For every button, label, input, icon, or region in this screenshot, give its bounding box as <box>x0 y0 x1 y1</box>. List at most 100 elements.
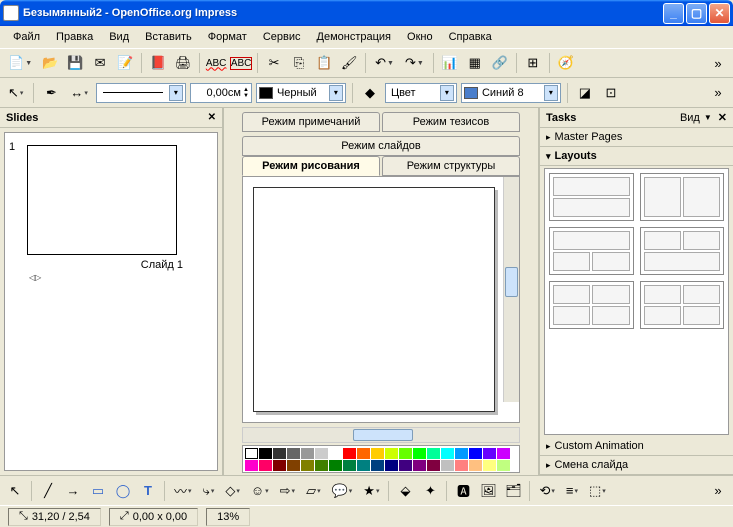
palette-swatch[interactable] <box>497 460 510 471</box>
section-custom-animation[interactable]: ▸ Custom Animation <box>540 437 733 456</box>
table-button[interactable]: ▦ <box>464 52 486 74</box>
palette-swatch[interactable] <box>357 460 370 471</box>
layout-option[interactable] <box>549 173 634 221</box>
hyperlink-button[interactable]: 🔗 <box>489 52 511 74</box>
palette-swatch[interactable] <box>371 448 384 459</box>
status-zoom[interactable]: 13% <box>206 508 250 526</box>
palette-swatch[interactable] <box>497 448 510 459</box>
tab-handout[interactable]: Режим тезисов <box>382 112 520 132</box>
autospell-button[interactable]: ABC <box>230 52 252 74</box>
section-slide-transition[interactable]: ▸ Смена слайда <box>540 456 733 475</box>
ellipse-tool[interactable]: ◯ <box>112 480 134 502</box>
palette-swatch[interactable] <box>413 448 426 459</box>
menu-tools[interactable]: Сервис <box>256 29 308 45</box>
drawing-toolbar-overflow[interactable]: » <box>707 480 729 502</box>
slide-thumbnail-1[interactable] <box>27 145 177 255</box>
menu-insert[interactable]: Вставить <box>138 29 199 45</box>
palette-swatch[interactable] <box>427 460 440 471</box>
chart-button[interactable]: 📊 <box>439 52 461 74</box>
slides-panel-close-icon[interactable]: ✕ <box>208 112 216 123</box>
format-paintbrush-button[interactable]: 🖌 <box>338 52 360 74</box>
email-button[interactable]: ✉ <box>89 52 111 74</box>
palette-swatch[interactable] <box>399 460 412 471</box>
layout-option[interactable] <box>640 173 725 221</box>
palette-swatch[interactable] <box>399 448 412 459</box>
fill-color-combo[interactable]: Синий 8 ▾ <box>461 83 561 103</box>
tab-slides[interactable]: Режим слайдов <box>242 136 520 156</box>
line-style-button[interactable]: ✒ <box>40 82 62 104</box>
menu-format[interactable]: Формат <box>201 29 254 45</box>
palette-swatch[interactable] <box>301 460 314 471</box>
menu-window[interactable]: Окно <box>400 29 440 45</box>
navigator-button[interactable]: 🧭 <box>555 52 577 74</box>
palette-swatch[interactable] <box>357 448 370 459</box>
palette-swatch[interactable] <box>259 472 272 473</box>
menu-view[interactable]: Вид <box>102 29 136 45</box>
arrange-tool[interactable]: ⬚▾ <box>585 480 610 502</box>
connector-tool[interactable]: ⤷▾ <box>199 480 219 502</box>
line-width-input[interactable]: 0,00см ▲▼ <box>190 83 252 103</box>
palette-swatch[interactable] <box>273 448 286 459</box>
layout-option[interactable] <box>640 227 725 275</box>
undo-button[interactable]: ↶▼ <box>371 52 398 74</box>
fill-type-combo[interactable]: Цвет ▾ <box>385 83 457 103</box>
tab-drawing[interactable]: Режим рисования <box>242 156 380 176</box>
line-color-combo[interactable]: Черный ▾ <box>256 83 346 103</box>
palette-swatch[interactable] <box>245 472 258 473</box>
palette-swatch[interactable] <box>329 472 342 473</box>
palette-swatch[interactable] <box>469 448 482 459</box>
from-file-tool[interactable]: 🖼 <box>477 480 499 502</box>
stars-tool[interactable]: ★▾ <box>359 480 383 502</box>
rectangle-tool[interactable]: ▭ <box>87 480 109 502</box>
palette-swatch[interactable] <box>413 460 426 471</box>
layout-option[interactable] <box>549 281 634 329</box>
arrow-cursor-button[interactable]: ↖▾ <box>4 82 27 104</box>
palette-swatch[interactable] <box>315 460 328 471</box>
palette-swatch[interactable] <box>385 460 398 471</box>
symbol-shapes-tool[interactable]: ☺▾ <box>247 480 273 502</box>
arrow-ends-button[interactable]: ↔▾ <box>66 82 92 104</box>
rotate-tool[interactable]: ⟲▾ <box>535 480 558 502</box>
vertical-scrollbar[interactable] <box>503 177 519 402</box>
palette-swatch[interactable] <box>455 460 468 471</box>
palette-swatch[interactable] <box>245 460 258 471</box>
fontwork-tool[interactable]: 🅰 <box>452 480 474 502</box>
minimize-button[interactable]: _ <box>663 3 684 24</box>
text-tool[interactable]: T <box>137 480 159 502</box>
area-fill-button[interactable]: ◆ <box>359 82 381 104</box>
edit-doc-button[interactable]: 📝 <box>114 52 136 74</box>
save-button[interactable]: 💾 <box>64 52 86 74</box>
toolbar2-overflow[interactable]: » <box>707 82 729 104</box>
palette-swatch[interactable] <box>343 448 356 459</box>
menu-file[interactable]: Файл <box>6 29 47 45</box>
palette-swatch[interactable] <box>441 448 454 459</box>
palette-swatch[interactable] <box>483 460 496 471</box>
callout-tool[interactable]: 💬▾ <box>328 480 357 502</box>
palette-no-fill[interactable] <box>245 448 258 459</box>
palette-swatch[interactable] <box>315 472 328 473</box>
menu-help[interactable]: Справка <box>442 29 499 45</box>
align-tool[interactable]: ≡▾ <box>562 480 582 502</box>
palette-swatch[interactable] <box>483 448 496 459</box>
redo-button[interactable]: ↷▼ <box>401 52 428 74</box>
horizontal-scrollbar[interactable] <box>242 427 520 443</box>
palette-swatch[interactable] <box>385 448 398 459</box>
palette-swatch[interactable] <box>287 448 300 459</box>
palette-swatch[interactable] <box>343 472 356 473</box>
tasks-view-menu[interactable]: Вид <box>680 112 700 124</box>
line-tool[interactable]: ╱ <box>37 480 59 502</box>
palette-swatch[interactable] <box>455 448 468 459</box>
palette-swatch[interactable] <box>301 448 314 459</box>
palette-swatch[interactable] <box>301 472 314 473</box>
layout-option[interactable] <box>549 227 634 275</box>
open-button[interactable]: 📂 <box>39 52 61 74</box>
points-tool[interactable]: ⬙ <box>394 480 416 502</box>
curve-tool[interactable]: 〰▾ <box>170 480 196 502</box>
grid-button[interactable]: ⊞ <box>522 52 544 74</box>
new-button[interactable]: 📄▼ <box>4 52 36 74</box>
shadow-button[interactable]: ◪ <box>574 82 596 104</box>
copy-button[interactable]: ⎘ <box>288 52 310 74</box>
palette-swatch[interactable] <box>287 472 300 473</box>
spellcheck-button[interactable]: ABC <box>205 52 227 74</box>
tab-notes[interactable]: Режим примечаний <box>242 112 380 132</box>
